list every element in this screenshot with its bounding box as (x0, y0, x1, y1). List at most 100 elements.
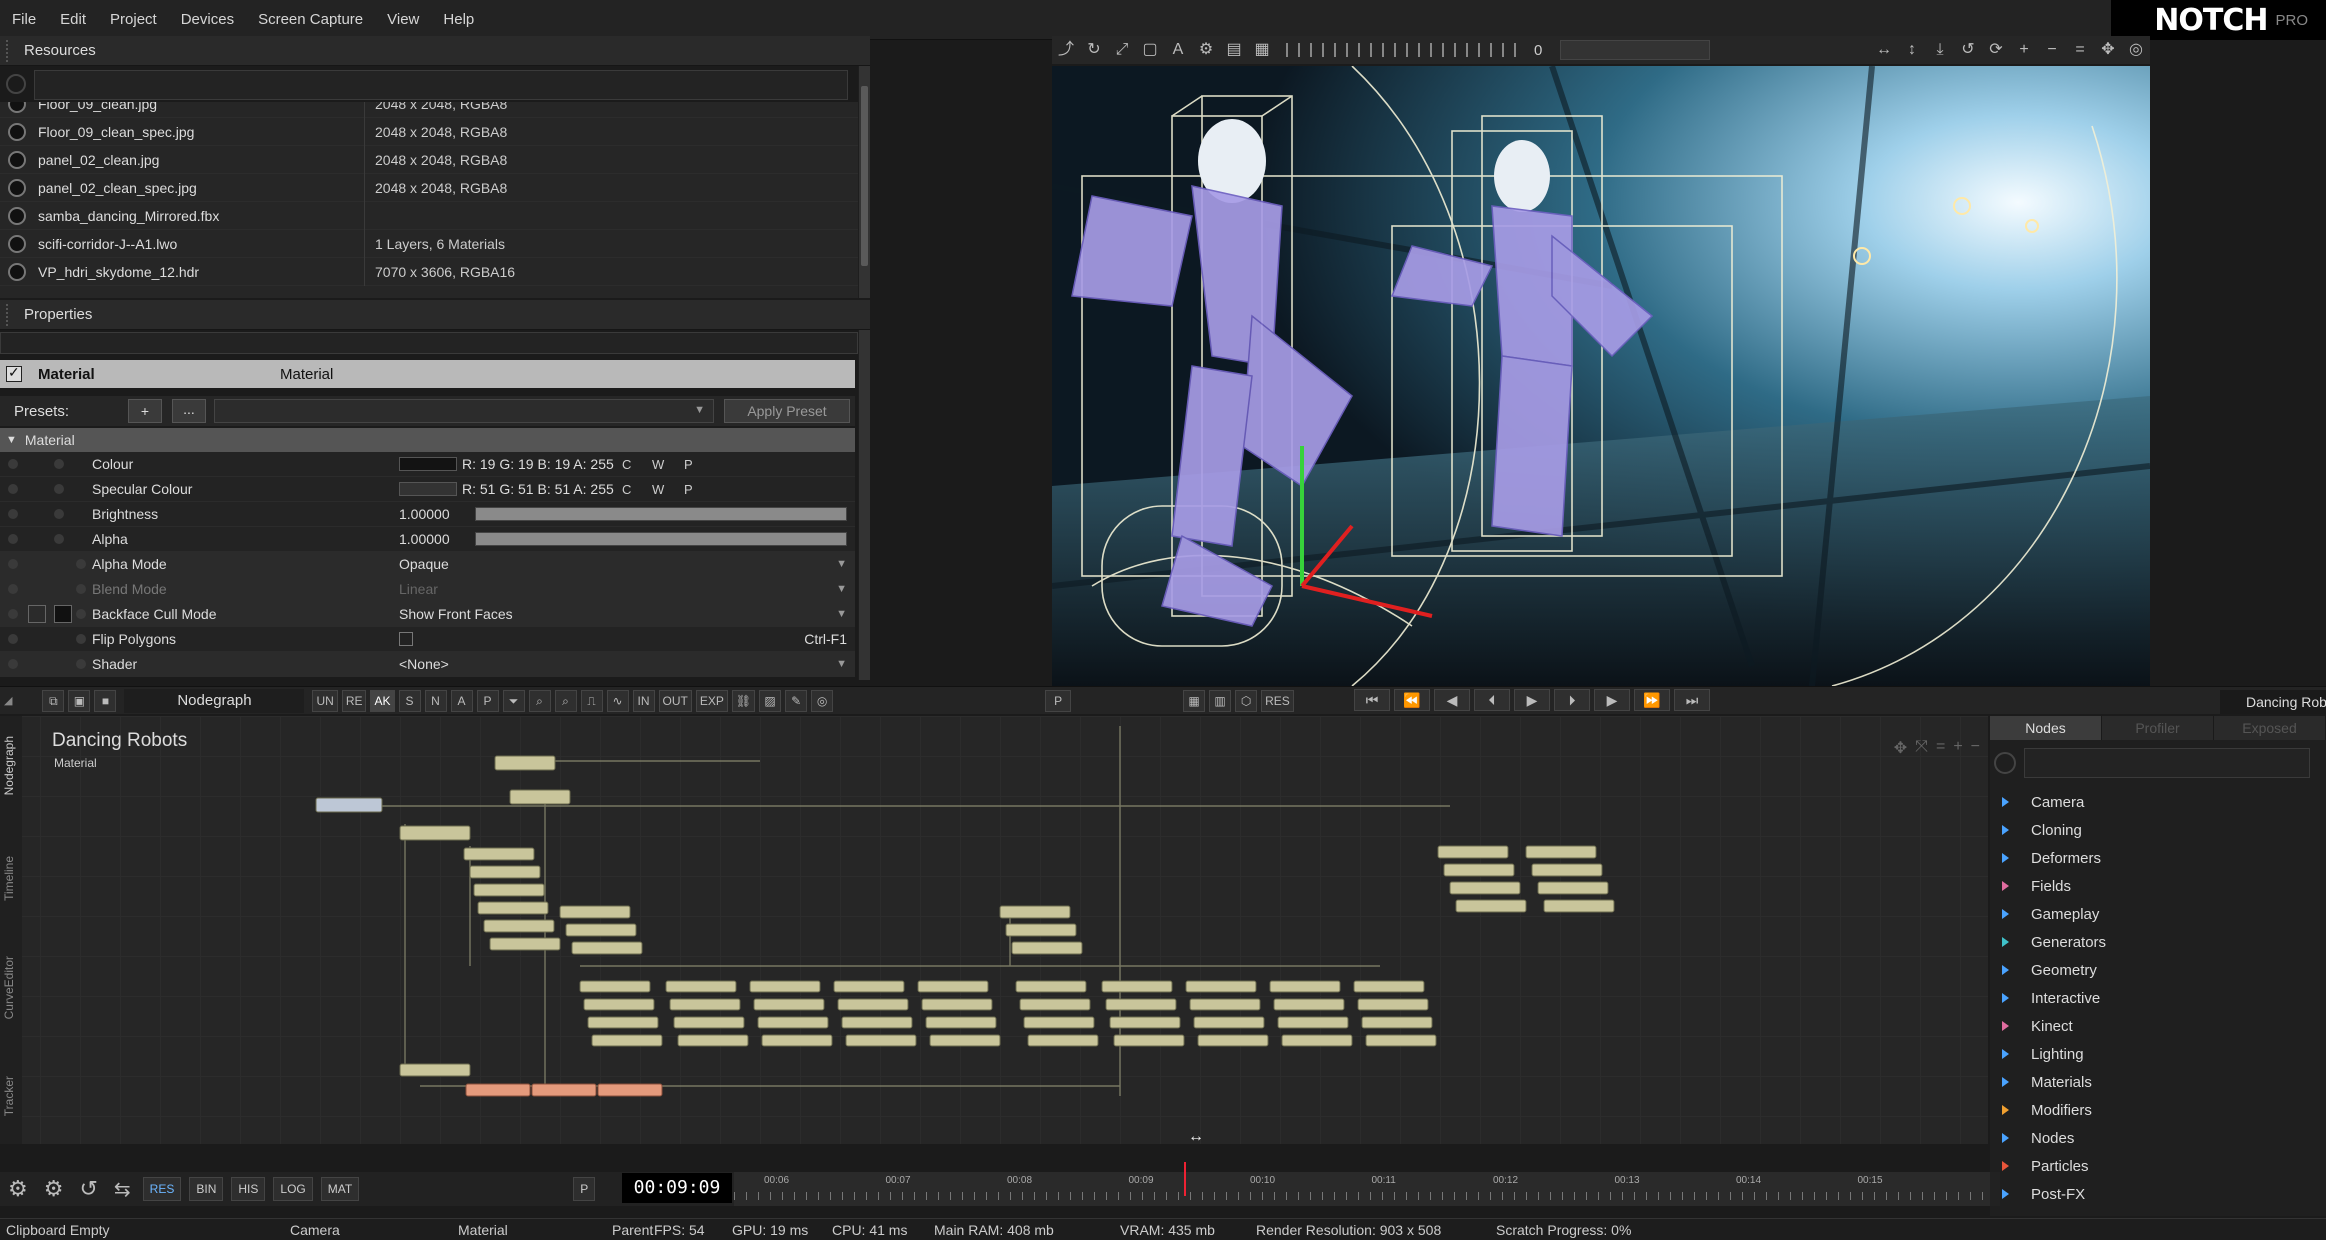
step-forward-icon[interactable]: ▶ (1594, 689, 1630, 711)
move-x-icon[interactable]: ↔ (1873, 39, 1895, 61)
copy-node-icon[interactable] (28, 605, 46, 623)
expose-icon[interactable] (54, 484, 64, 494)
expose-icon[interactable] (76, 659, 86, 669)
out-icon[interactable]: OUT (658, 689, 692, 712)
pin-button[interactable]: P (1045, 689, 1072, 712)
resources-scrollbar[interactable] (858, 66, 870, 298)
refresh-icon[interactable]: ⟳ (1985, 39, 2007, 61)
expose-icon[interactable] (76, 559, 86, 569)
grid-icon[interactable]: ▦ (1183, 689, 1206, 712)
in-icon[interactable]: IN (632, 689, 655, 712)
specular-swatch[interactable] (399, 482, 457, 496)
res-icon[interactable]: RES (1261, 689, 1294, 712)
zoom-in-icon[interactable]: + (2013, 39, 2035, 61)
pen-icon[interactable]: ✎ (785, 689, 808, 712)
bin-button[interactable]: BIN (189, 1177, 224, 1201)
side-tab-nodegraph[interactable]: Nodegraph (2, 736, 16, 795)
properties-header[interactable]: Properties (0, 300, 870, 330)
add-preset-button[interactable]: + (128, 399, 162, 423)
node-category-materials[interactable]: Materials (1990, 1068, 2326, 1096)
list-item[interactable]: Floor_09_clean_spec.jpg 2048 x 2048, RGBA… (0, 117, 858, 146)
re-icon[interactable]: RE (341, 689, 367, 712)
play-icon[interactable]: ▶ (1514, 689, 1550, 711)
zoom-icon[interactable]: ⌕ (554, 689, 577, 712)
filter-icon[interactable]: ⏷ (502, 689, 525, 712)
tab-nodegraph[interactable]: Nodegraph (124, 688, 305, 713)
zoom-out-icon[interactable]: − (2041, 39, 2063, 61)
keyframe-icon[interactable] (8, 484, 18, 494)
flip-polygons-checkbox[interactable] (399, 632, 413, 646)
tab-nodes[interactable]: Nodes (1990, 716, 2102, 740)
clone-icon[interactable]: ▣ (68, 689, 91, 712)
keyframe-icon[interactable] (8, 659, 18, 669)
node-category-camera[interactable]: Camera (1990, 788, 2326, 816)
properties-filter-input[interactable] (0, 332, 858, 354)
layers-icon[interactable]: ▤ (1223, 39, 1245, 61)
resources-search-input[interactable] (34, 70, 848, 100)
node-category-cloning[interactable]: Cloning (1990, 816, 2326, 844)
transform-mode-group[interactable] (1560, 40, 1711, 60)
node-category-nodes[interactable]: Nodes (1990, 1124, 2326, 1152)
timecode-display[interactable]: 00:09:09 (622, 1173, 732, 1203)
color-bars-icon[interactable]: ▥ (1209, 689, 1232, 712)
exp-icon[interactable]: EXP (695, 689, 728, 712)
paste-node-icon[interactable] (54, 605, 72, 623)
blend-mode-row[interactable]: Blend Mode Linear ▼ (0, 577, 855, 602)
shader-row[interactable]: Shader <None> ▼ (0, 652, 855, 677)
copy-icon[interactable]: ⧉ (42, 689, 65, 712)
rotate-icon[interactable]: ↻ (1083, 39, 1105, 61)
material-section[interactable]: ▼ Material (0, 428, 855, 452)
scale-icon[interactable]: ⤢ (1111, 39, 1133, 61)
panel-grip-icon[interactable] (6, 303, 14, 326)
frame-ruler[interactable] (1286, 43, 1526, 57)
search-icon[interactable] (6, 74, 26, 94)
pick-button[interactable]: P (684, 457, 693, 472)
target-icon[interactable]: ◎ (2125, 39, 2147, 61)
keyframe-icon[interactable] (8, 459, 18, 469)
list-item[interactable]: samba_dancing_Mirrored.fbx (0, 201, 858, 230)
menu-project[interactable]: Project (98, 0, 169, 40)
select-icon[interactable]: ▢ (1139, 39, 1161, 61)
s-button[interactable]: S (398, 689, 421, 712)
p-button[interactable]: P (476, 689, 499, 712)
search-icon[interactable] (1994, 752, 2016, 774)
link-icon[interactable]: ⛓ (731, 689, 756, 712)
copy-button[interactable]: C (622, 457, 631, 472)
list-item[interactable]: VP_hdri_skydome_12.hdr 7070 x 3606, RGBA1… (0, 257, 858, 286)
cull-mode-row[interactable]: Backface Cull Mode Show Front Faces ▼ (0, 602, 855, 627)
node-category-generators[interactable]: Generators (1990, 928, 2326, 956)
gizmo-icon[interactable]: ⚙ (1195, 39, 1217, 61)
list-item[interactable]: Floor_09_clean.jpg 2048 x 2048, RGBA8 (0, 102, 858, 118)
white-button[interactable]: W (652, 482, 664, 497)
fit-icon[interactable]: ⤧ (1915, 738, 1928, 758)
step-icon[interactable]: ⎍ (580, 689, 603, 712)
node-category-fields[interactable]: Fields (1990, 872, 2326, 900)
node-network[interactable] (0, 716, 1988, 1144)
reload-icon[interactable]: ↺ (79, 1176, 97, 1202)
grid-icon[interactable]: ▦ (1251, 39, 1273, 61)
cube-icon[interactable]: ⬡ (1235, 689, 1258, 712)
n-button[interactable]: N (424, 689, 447, 712)
resources-header[interactable]: Resources (0, 36, 870, 66)
collapse-icon[interactable]: ◢ (4, 694, 12, 707)
expose-icon[interactable] (54, 459, 64, 469)
nodegraph-canvas[interactable]: Dancing Robots Material ✥ ⤧ = + − ↔ (0, 716, 1988, 1144)
node-category-modifiers[interactable]: Modifiers (1990, 1096, 2326, 1124)
settings-icon[interactable]: ⚙ (8, 1176, 28, 1202)
save-icon[interactable]: ■ (94, 689, 117, 712)
res-button[interactable]: RES (142, 1177, 182, 1201)
more-preset-button[interactable]: ... (172, 399, 206, 423)
colour-swatch[interactable] (399, 457, 457, 471)
viewport[interactable] (1052, 66, 2150, 686)
tab-exposed[interactable]: Exposed (2214, 716, 2326, 740)
rotate-icon[interactable]: ↺ (1957, 39, 1979, 61)
drop-icon[interactable]: ⤓ (1929, 39, 1951, 61)
side-tab-curve-editor[interactable]: CurveEditor (2, 956, 16, 1019)
expose-icon[interactable] (76, 634, 86, 644)
his-button[interactable]: HIS (231, 1177, 266, 1201)
timeline-playhead[interactable] (1184, 1162, 1186, 1196)
node-category-geometry[interactable]: Geometry (1990, 956, 2326, 984)
keyframe-icon[interactable] (8, 534, 18, 544)
log-button[interactable]: LOG (273, 1177, 313, 1201)
next-key-icon[interactable]: ⏩ (1634, 689, 1670, 711)
